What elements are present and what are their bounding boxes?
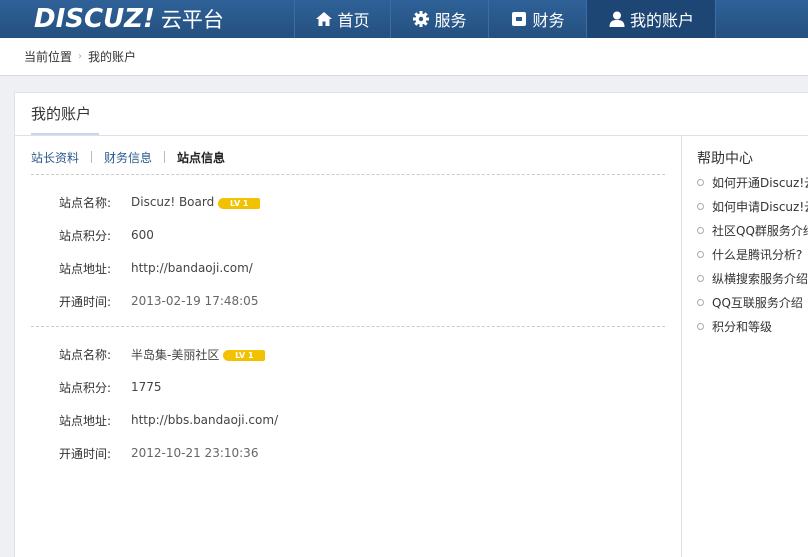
level-badge: LV 1 — [223, 349, 266, 361]
site-url-row: 站点地址: http://bandaoji.com/ — [59, 258, 253, 278]
help-item[interactable]: 积分和等级 — [697, 314, 808, 338]
site-score-value: 600 — [131, 228, 154, 242]
help-item-label: 纵横搜索服务介绍 — [712, 271, 808, 286]
help-item-label: 如何开通Discuz!云 — [712, 175, 808, 190]
site-name-value: 半岛集-美丽社区 — [131, 347, 220, 362]
bullet-icon — [697, 298, 704, 306]
help-item[interactable]: 什么是腾讯分析? — [697, 242, 808, 266]
account-panel: 我的账户 站长资料 财务信息 站点信息 站点名称: Discuz! Board … — [14, 92, 808, 557]
nav-finance-label: 财务 — [532, 11, 565, 30]
help-list: 如何开通Discuz!云 如何申请Discuz!云 社区QQ群服务介绍 什么是腾… — [697, 170, 808, 338]
home-icon — [316, 12, 333, 26]
sub-tabs: 站长资料 财务信息 站点信息 — [31, 148, 225, 166]
help-item-label: 什么是腾讯分析? — [712, 247, 803, 262]
site-score-label: 站点积分: — [59, 380, 112, 395]
logo-wordmark: DISCUZ! — [34, 4, 155, 34]
bullet-icon — [697, 250, 704, 258]
help-item-label: 社区QQ群服务介绍 — [712, 223, 808, 238]
nav-my-account[interactable]: 我的账户 — [586, 0, 716, 38]
site-name-row: 站点名称: 半岛集-美丽社区 LV 1 — [59, 344, 266, 364]
discuz-logo[interactable]: DISCUZ! 云平台 — [34, 0, 224, 38]
bullet-icon — [697, 274, 704, 282]
nav-finance[interactable]: 财务 — [488, 0, 586, 38]
site-name-row: 站点名称: Discuz! Board LV 1 — [59, 192, 261, 212]
nav-home[interactable]: 首页 — [294, 0, 390, 38]
site-score-row: 站点积分: 1775 — [59, 377, 162, 397]
main-content: 站长资料 财务信息 站点信息 站点名称: Discuz! Board LV 1 … — [15, 136, 682, 557]
user-icon — [609, 11, 625, 27]
help-center: 帮助中心 如何开通Discuz!云 如何申请Discuz!云 社区QQ群服务介绍… — [697, 148, 808, 338]
site-score-row: 站点积分: 600 — [59, 225, 154, 245]
help-center-title: 帮助中心 — [697, 151, 753, 167]
site-score-value: 1775 — [131, 380, 162, 394]
help-item[interactable]: 社区QQ群服务介绍 — [697, 218, 808, 242]
nav-service[interactable]: 服务 — [390, 0, 488, 38]
panel-title: 我的账户 — [31, 93, 99, 136]
site-open-time-value: 2012-10-21 23:10:36 — [131, 446, 259, 460]
site-name-label: 站点名称: — [59, 347, 112, 362]
level-badge: LV 1 — [218, 197, 261, 209]
main-nav: 首页 服务 财务 我的账户 — [294, 0, 716, 38]
site-open-time-row: 开通时间: 2013-02-19 17:48:05 — [59, 291, 258, 311]
help-item-label: QQ互联服务介绍 — [712, 295, 803, 310]
breadcrumb-current-page[interactable]: 我的账户 — [88, 48, 136, 65]
help-item-label: 如何申请Discuz!云 — [712, 199, 808, 214]
tab-finance-info[interactable]: 财务信息 — [104, 149, 152, 166]
site-open-time-label: 开通时间: — [59, 294, 112, 309]
breadcrumb: 当前位置 › 我的账户 — [0, 38, 808, 76]
nav-service-label: 服务 — [434, 11, 467, 30]
site-score-label: 站点积分: — [59, 228, 112, 243]
gear-icon — [413, 11, 430, 27]
logo-subtitle: 云平台 — [160, 8, 224, 32]
site-url-label: 站点地址: — [59, 261, 112, 276]
help-item-label: 积分和等级 — [712, 319, 773, 334]
site-url-value[interactable]: http://bandaoji.com/ — [131, 261, 253, 275]
bullet-icon — [697, 178, 704, 186]
site-divider — [31, 326, 665, 327]
breadcrumb-separator: › — [78, 51, 83, 62]
tab-divider — [164, 151, 166, 163]
site-url-label: 站点地址: — [59, 413, 112, 428]
help-item[interactable]: 如何开通Discuz!云 — [697, 170, 808, 194]
help-item[interactable]: 纵横搜索服务介绍 — [697, 266, 808, 290]
bullet-icon — [697, 226, 704, 234]
site-name-label: 站点名称: — [59, 195, 112, 210]
help-item[interactable]: QQ互联服务介绍 — [697, 290, 808, 314]
site-url-value[interactable]: http://bbs.bandaoji.com/ — [131, 413, 278, 427]
breadcrumb-location-label: 当前位置 — [24, 50, 73, 64]
top-navigation-bar: DISCUZ! 云平台 首页 服务 财务 我的账户 — [0, 0, 808, 38]
tab-webmaster-profile[interactable]: 站长资料 — [31, 149, 79, 166]
nav-home-label: 首页 — [337, 11, 370, 30]
site-open-time-label: 开通时间: — [59, 446, 112, 461]
tab-divider — [91, 151, 93, 163]
site-open-time-value: 2013-02-19 17:48:05 — [131, 294, 259, 308]
tabs-divider — [31, 174, 665, 175]
finance-icon — [512, 12, 527, 26]
help-item[interactable]: 如何申请Discuz!云 — [697, 194, 808, 218]
tab-site-info[interactable]: 站点信息 — [177, 149, 225, 166]
site-open-time-row: 开通时间: 2012-10-21 23:10:36 — [59, 443, 258, 463]
nav-my-account-label: 我的账户 — [629, 11, 694, 30]
bullet-icon — [697, 202, 704, 210]
site-url-row: 站点地址: http://bbs.bandaoji.com/ — [59, 410, 278, 430]
bullet-icon — [697, 322, 704, 330]
site-name-value: Discuz! Board — [131, 195, 215, 209]
